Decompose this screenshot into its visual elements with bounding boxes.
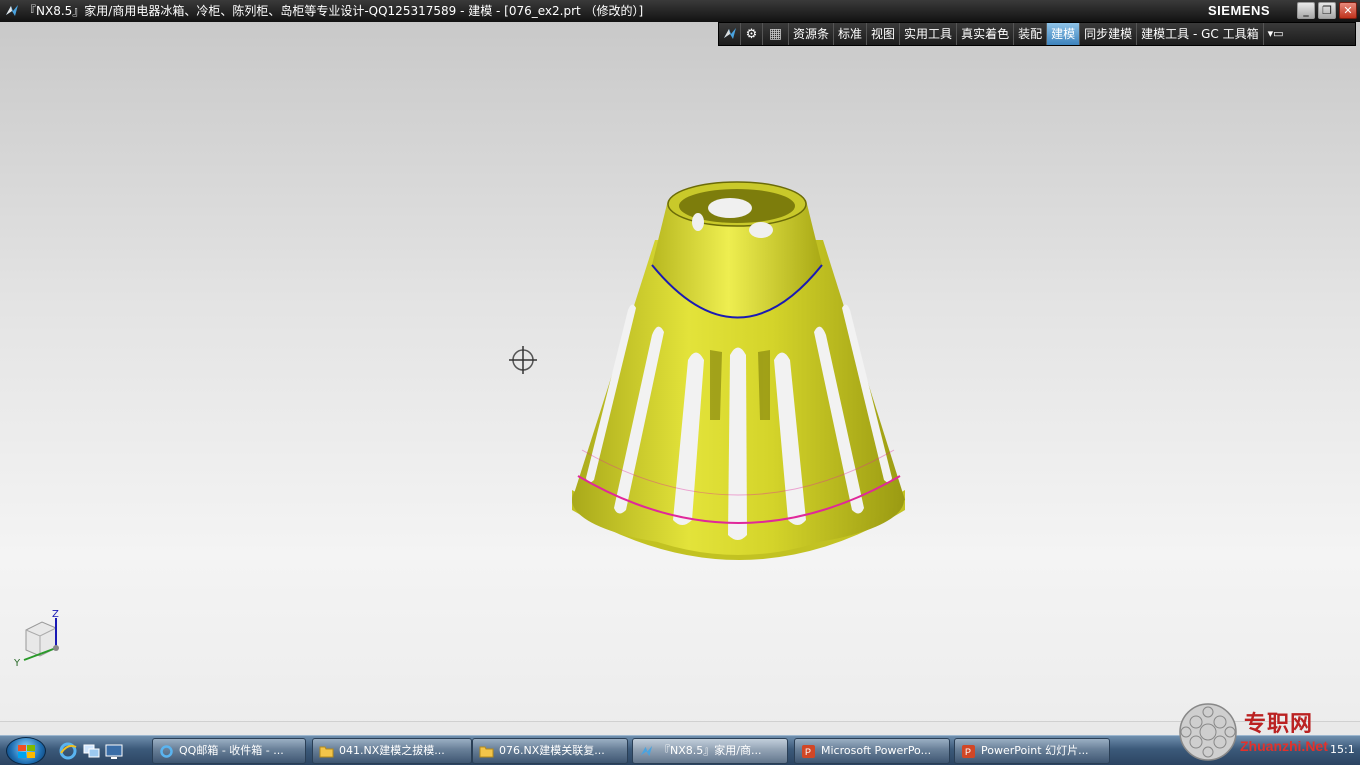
powerpoint-icon: P [962, 745, 975, 758]
triad-y-label: Y [13, 658, 21, 669]
task-label: 『NX8.5』家用/商... [659, 744, 762, 757]
title-bar: 『NX8.5』家用/商用电器冰箱、冷柜、陈列柜、岛柜等专业设计-QQ125317… [0, 0, 1360, 22]
nx-icon [640, 745, 653, 757]
crosshair-cursor-icon [509, 346, 537, 374]
task-powerpoint[interactable]: P Microsoft PowerPo... [794, 738, 950, 764]
close-button[interactable]: ✕ [1339, 2, 1357, 19]
siemens-brand: SIEMENS [1208, 3, 1271, 18]
grid-icon[interactable]: ▦ [763, 23, 789, 45]
task-label: 076.NX建模关联复... [499, 744, 605, 757]
wcs-triad-icon: Z Y [13, 609, 59, 669]
task-qq-mail[interactable]: QQ邮箱 - 收件箱 - ... [152, 738, 306, 764]
ie-icon[interactable] [58, 741, 78, 761]
tab-assembly[interactable]: 装配 [1014, 23, 1048, 45]
ie-icon [160, 745, 173, 758]
folder-icon [479, 746, 494, 758]
ribbon-bar: ⚙ ▦ 资源条 标准 视图 实用工具 真实着色 装配 建模 同步建模 建模工具 … [718, 22, 1356, 46]
task-powerpoint-slideshow[interactable]: P PowerPoint 幻灯片... [954, 738, 1110, 764]
svg-text:P: P [965, 747, 971, 757]
gear-icon[interactable]: ⚙ [741, 23, 763, 45]
task-folder-041[interactable]: 041.NX建模之拔模... [312, 738, 472, 764]
task-label: PowerPoint 幻灯片... [981, 744, 1089, 757]
tab-modeling[interactable]: 建模 [1047, 23, 1081, 45]
tab-view[interactable]: 视图 [867, 23, 901, 45]
svg-text:P: P [805, 747, 811, 757]
viewport-footer [0, 721, 1360, 735]
task-folder-076[interactable]: 076.NX建模关联复... [472, 738, 628, 764]
nx-menu-icon[interactable] [719, 23, 741, 45]
show-desktop-icon[interactable] [104, 741, 124, 761]
tab-synchronous-modeling[interactable]: 同步建模 [1080, 23, 1138, 45]
nx-logo-icon [6, 5, 18, 16]
tab-utilities[interactable]: 实用工具 [900, 23, 958, 45]
window-title: 『NX8.5』家用/商用电器冰箱、冷柜、陈列柜、岛柜等专业设计-QQ125317… [24, 4, 644, 18]
triad-z-label: Z [52, 609, 59, 620]
task-label: Microsoft PowerPo... [821, 744, 932, 757]
ribbon-menu-icon[interactable]: ▾▭ [1264, 23, 1288, 45]
switch-windows-icon[interactable] [82, 741, 102, 761]
maximize-button[interactable]: ❐ [1318, 2, 1336, 19]
task-nx[interactable]: 『NX8.5』家用/商... [632, 738, 788, 764]
tab-resource-bar[interactable]: 资源条 [789, 23, 835, 45]
windows-logo-icon [18, 745, 35, 758]
tab-true-shading[interactable]: 真实着色 [957, 23, 1015, 45]
windows-taskbar: QQ邮箱 - 收件箱 - ... 041.NX建模之拔模... 076.NX建模… [0, 735, 1360, 765]
task-label: QQ邮箱 - 收件箱 - ... [179, 744, 284, 757]
minimize-button[interactable]: _ [1297, 2, 1315, 19]
tab-modeling-tools-gc[interactable]: 建模工具 - GC 工具箱 [1137, 23, 1264, 45]
start-button[interactable] [6, 737, 46, 765]
folder-icon [319, 746, 334, 758]
tab-standard[interactable]: 标准 [834, 23, 868, 45]
watermark-text-en: Zhuanzhi.Net [1240, 738, 1328, 754]
powerpoint-icon: P [802, 745, 815, 758]
cone-part-model[interactable] [560, 170, 920, 600]
watermark-text-cn: 专职网 [1244, 711, 1314, 737]
task-label: 041.NX建模之拔模... [339, 744, 445, 757]
